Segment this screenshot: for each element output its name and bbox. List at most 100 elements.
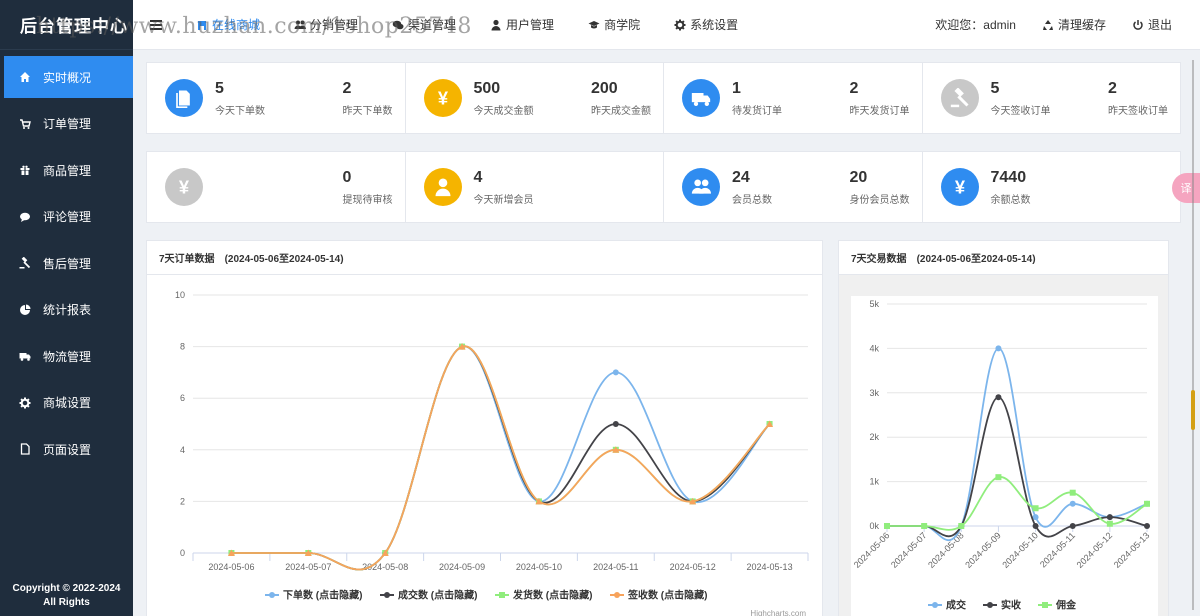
stat-value: 2 [1108,80,1117,97]
trade-chart-area: 0k 1k 2k 3k 4k 5k 2024-05-06 2024-05-07 2024-05-… [851,296,1158,616]
chat-icon [392,19,404,31]
x-tick-label: 2024-05-06 [852,530,892,570]
sidebar-item-2[interactable]: 商品管理 [0,149,133,191]
topnav-item-2[interactable]: 渠道管理 [392,16,456,33]
x-tick-label: 2024-05-06 [208,562,254,572]
sidebar-item-1[interactable]: 订单管理 [0,103,133,145]
sidebar-item-6[interactable]: 物流管理 [0,335,133,377]
yen-icon: ¥ [940,168,979,206]
topbar: 在线商城 分销管理 渠道管理 用户管理 商学院 系统设置 欢迎您：admin 清理缓存 退… [133,0,1200,50]
data-point[interactable] [995,394,1002,401]
topnav-item-1[interactable]: 分销管理 [294,16,358,33]
stat-value: 24 [732,169,750,186]
copyright-line2: All Rights [43,597,90,608]
stat-value: 2 [849,80,859,97]
user-icon [423,168,462,206]
menu-toggle-icon[interactable] [150,19,162,30]
legend-label: 下单数 (点击隐藏) [283,589,362,602]
sidebar-item-4[interactable]: 售后管理 [0,242,133,284]
data-point[interactable] [1069,489,1076,496]
topnav-item-0[interactable]: 在线商城 [196,16,260,33]
logout-button[interactable]: 退出 [1132,16,1172,33]
legend-item[interactable]: 成交 [928,599,966,612]
data-point[interactable] [995,345,1002,352]
data-point[interactable] [1069,500,1076,507]
sidebar-item-5[interactable]: 统计报表 [0,289,133,331]
y-tick-label: 2 [180,496,185,506]
topnav-item-4[interactable]: 商学院 [588,16,640,33]
svg-text:¥: ¥ [179,177,190,197]
gear-icon [18,396,32,410]
legend-label: 成交 [946,599,966,612]
sidebar-item-0[interactable]: 实时概况 [4,56,133,98]
sidebar-item-3[interactable]: 评论管理 [0,196,133,238]
data-point[interactable] [1032,523,1039,529]
copyright-line1: Copyright © 2022-2024 [12,583,121,594]
app-title: 后台管理中心 [0,0,133,50]
legend-item[interactable]: 佣金 [1038,599,1077,612]
x-tick-label: 2024-05-11 [593,562,638,572]
clear-cache-button[interactable]: 清理缓存 [1042,16,1106,33]
stat-label: 身份会员总数 [849,195,910,206]
stat-label: 昨天成交金额 [591,106,651,117]
topnav-item-label: 商学院 [604,18,641,32]
data-point[interactable] [884,523,890,529]
truck-icon [18,349,32,363]
order-chart-title: 7天订单数据 [159,254,215,265]
x-tick-label: 2024-05-09 [439,562,485,572]
data-point[interactable] [1032,505,1039,512]
series-line [231,345,771,571]
page-scrollbar[interactable] [1190,60,1196,610]
gavel-icon [940,79,979,117]
yen-icon: ¥ [165,168,203,206]
sidebar-item-label: 商品管理 [43,163,92,178]
legend-item[interactable]: 实收 [983,599,1021,612]
gear-icon [674,19,686,31]
data-point[interactable] [921,523,928,529]
legend-item[interactable]: 发货数 (点击隐藏) [495,589,592,602]
legend-item[interactable]: 签收数 (点击隐藏) [610,589,707,602]
top-right: 欢迎您：admin 清理缓存 退出 [935,16,1200,33]
topnav-item-5[interactable]: 系统设置 [674,16,738,33]
topnav-item-3[interactable]: 用户管理 [490,16,554,33]
data-point[interactable] [1106,514,1113,521]
trade-chart-subtitle: (2024-05-06至2024-05-14) [916,254,1036,265]
svg-text:¥: ¥ [954,177,965,197]
order-chart: 02468102024-05-06 2024-05-07 2024-05-08 202… [175,290,809,616]
data-point[interactable] [1069,523,1076,529]
chart-credit[interactable]: Highcharts.com [750,609,806,616]
data-point[interactable] [612,369,619,376]
legend-marker [614,592,620,598]
legend-item[interactable]: 下单数 (点击隐藏) [265,589,362,602]
stat-label: 昨天发货订单 [849,106,910,117]
stat-card: 5 今天下单数 2 昨天下单数 [147,63,406,133]
data-point[interactable] [995,474,1002,481]
legend-label: 实收 [1001,599,1021,612]
x-tick-label: 2024-05-12 [670,562,716,572]
y-tick-label: 4 [180,445,185,455]
data-point[interactable] [958,523,965,529]
y-tick-label: 3k [869,388,879,398]
stat-value: 5 [215,80,224,97]
y-tick-label: 1k [869,477,879,487]
x-tick-label: 2024-05-07 [889,530,929,570]
data-point[interactable] [1144,523,1150,529]
legend-marker [384,592,390,598]
data-point[interactable] [1106,520,1113,527]
trade-chart-header: 7天交易数据 (2024-05-06至2024-05-14) [839,241,1168,275]
topnav-item-label: 渠道管理 [408,18,457,32]
stat-value: 2 [342,80,352,97]
users-icon [682,168,720,206]
stat-label: 昨天签收订单 [1108,106,1168,117]
legend-marker [1042,602,1048,608]
legend-item[interactable]: 成交数 (点击隐藏) [380,589,477,602]
stat-label: 提现待审核 [342,195,393,206]
sidebar-item-label: 商城设置 [43,396,92,410]
sidebar-item-7[interactable]: 商城设置 [0,382,133,424]
order-chart-subtitle: (2024-05-06至2024-05-14) [224,254,344,265]
y-tick-label: 5k [869,299,879,309]
data-point[interactable] [612,421,619,427]
sidebar-item-label: 订单管理 [43,117,92,131]
sidebar-item-8[interactable]: 页面设置 [0,428,133,470]
data-point[interactable] [1144,500,1150,507]
